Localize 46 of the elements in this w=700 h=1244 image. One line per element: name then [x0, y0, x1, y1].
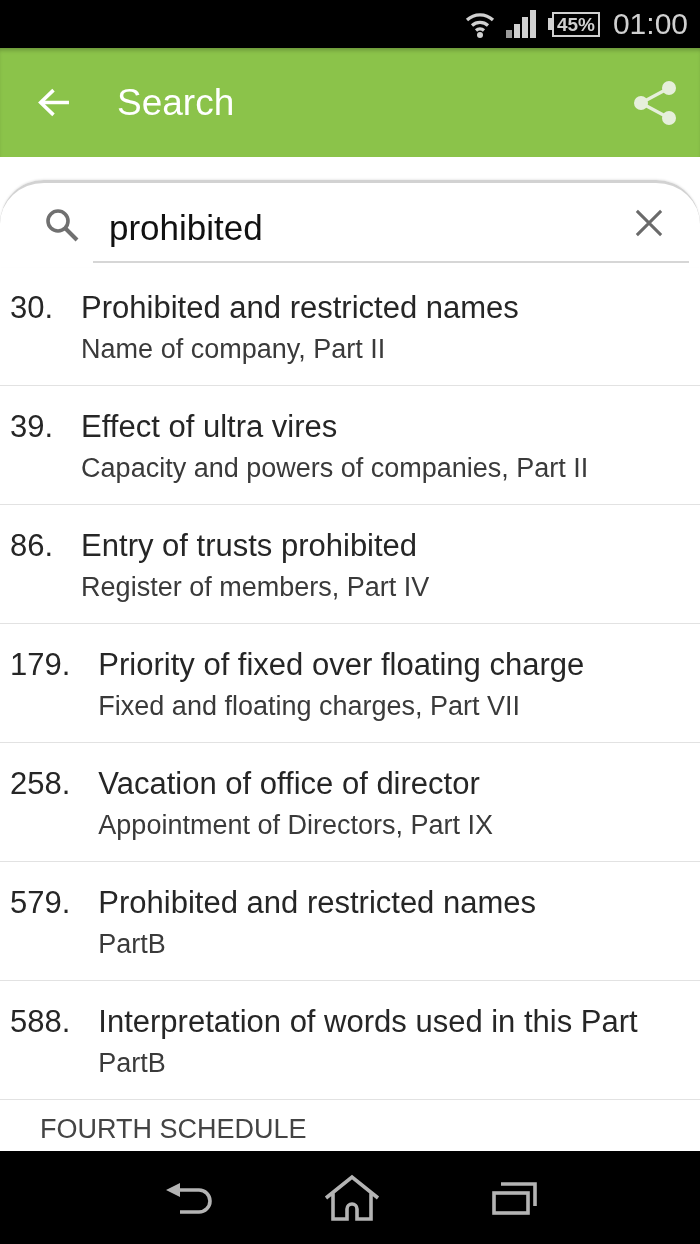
result-item[interactable]: 179. Priority of fixed over floating charge Fixed and floating charges, Part VII	[0, 624, 700, 743]
back-arrow-icon	[37, 87, 70, 118]
app-bar-title: Search	[117, 81, 236, 124]
result-number: 579.	[10, 885, 71, 921]
back-nav-button[interactable]	[166, 1181, 213, 1214]
result-subtitle: Name of company, Part II	[81, 334, 386, 364]
result-title: Effect of ultra vires	[81, 409, 338, 445]
result-title: Entry of trusts prohibited	[81, 528, 418, 564]
signal-icon	[505, 10, 538, 38]
result-subtitle: Register of members, Part IV	[81, 572, 430, 602]
back-icon	[166, 1181, 213, 1214]
share-icon	[632, 79, 678, 126]
result-subtitle: Capacity and powers of companies, Part II	[81, 453, 589, 483]
status-time: 01:00	[612, 7, 688, 41]
wifi-icon	[464, 10, 495, 38]
result-subtitle: PartB	[98, 1048, 166, 1078]
result-item[interactable]: 579. Prohibited and restricted names PartB	[0, 862, 700, 981]
home-icon	[323, 1173, 381, 1222]
result-number: 179.	[10, 647, 71, 683]
result-number: 30.	[10, 290, 54, 326]
result-title: Vacation of office of director	[98, 766, 480, 802]
recent-apps-button[interactable]	[491, 1180, 538, 1215]
section-header: FOURTH SCHEDULE	[40, 1114, 307, 1144]
result-item[interactable]: 588. Interpretation of words used in this Part PartB	[0, 981, 700, 1100]
result-item[interactable]: 30. Prohibited and restricted names Name of company, Part II	[0, 267, 700, 386]
result-subtitle: PartB	[98, 929, 166, 959]
close-icon	[635, 209, 663, 237]
home-button[interactable]	[323, 1173, 381, 1222]
result-number: 39.	[10, 409, 54, 445]
result-title: Prohibited and restricted names	[98, 885, 537, 921]
result-title: Prohibited and restricted names	[81, 290, 519, 326]
result-title: Interpretation of words used in this Part	[98, 1004, 638, 1040]
recent-apps-icon	[491, 1180, 538, 1215]
result-number: 86.	[10, 528, 54, 564]
result-number: 258.	[10, 766, 71, 802]
battery-indicator: 45%	[547, 11, 600, 37]
result-item[interactable]: 39. Effect of ultra vires Capacity and powers of companies, Part II	[0, 386, 700, 505]
search-icon	[45, 208, 79, 242]
result-title: Priority of fixed over floating charge	[98, 647, 585, 683]
clear-button[interactable]	[635, 209, 663, 237]
result-item[interactable]: 86. Entry of trusts prohibited Register of members, Part IV	[0, 505, 700, 624]
result-subtitle: Appointment of Directors, Part IX	[98, 810, 493, 840]
search-field[interactable]: prohibited	[93, 199, 689, 263]
result-number: 588.	[10, 1004, 71, 1040]
result-subtitle: Fixed and floating charges, Part VII	[98, 691, 521, 721]
result-item[interactable]: 258. Vacation of office of director Appointment of Directors, Part IX	[0, 743, 700, 862]
